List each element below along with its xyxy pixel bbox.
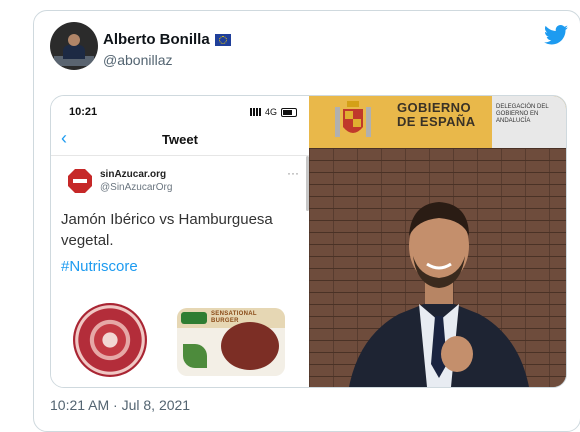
delegation-panel: DELEGACIÓN DEL GOBIERNO EN ANDALUCÍA [492,96,566,148]
coat-of-arms-icon [335,101,371,137]
eu-flag-icon [214,33,231,46]
jamon-image [73,303,147,377]
author-handle[interactable]: @abonillaz [103,52,172,68]
author-name-text[interactable]: Alberto Bonilla [103,31,210,48]
package-logo [181,312,207,324]
leaf-icon [183,344,207,368]
author-name[interactable]: Alberto Bonilla [103,31,231,48]
signal-icon [249,108,261,116]
battery-icon [281,107,297,117]
quoted-tweet-text: Jamón Ibérico vs Hamburguesa vegetal. [61,211,273,249]
banner-title: GOBIERNO DE ESPAÑA [397,101,475,129]
tweet-card[interactable]: Alberto Bonilla @abonillaz 10:21 4G ‹ Tw… [33,10,580,432]
burger-patty [221,322,279,370]
avatar-torso [63,45,85,59]
header-divider [51,155,309,156]
status-time: 10:21 [69,106,98,118]
person-photo [349,202,529,387]
banner-title-line2: DE ESPAÑA [397,114,476,129]
burger-package-image: SENSATIONAL BURGER [177,308,285,376]
media-container[interactable]: 10:21 4G ‹ Tweet sinAzucar.org @SinAzuca… [50,95,567,388]
twitter-bird-icon[interactable] [544,25,568,45]
banner-title-line1: GOBIERNO [397,100,471,115]
screenshot-header-title: Tweet [162,132,198,147]
status-icons: 4G [249,107,297,117]
government-banner: GOBIERNO DE ESPAÑA DELEGACIÓN DEL GOBIER… [309,96,566,148]
sinazucar-logo-icon [68,169,92,193]
quoted-account-handle: @SinAzucarOrg [100,182,173,193]
tweet-timestamp[interactable]: 10:21 AM · Jul 8, 2021 [50,397,190,413]
quoted-account-name: sinAzucar.org [100,169,167,180]
delegation-text: DELEGACIÓN DEL GOBIERNO EN ANDALUCÍA [496,104,549,124]
avatar[interactable] [50,22,98,70]
quoted-hashtag: #Nutriscore [61,258,138,275]
embedded-tweet-screenshot[interactable]: 10:21 4G ‹ Tweet sinAzucar.org @SinAzuca… [51,96,311,387]
photo-panel[interactable]: GOBIERNO DE ESPAÑA DELEGACIÓN DEL GOBIER… [309,96,566,387]
more-options-icon: ··· [287,166,299,180]
avatar-head [68,34,80,46]
network-label: 4G [264,107,277,117]
